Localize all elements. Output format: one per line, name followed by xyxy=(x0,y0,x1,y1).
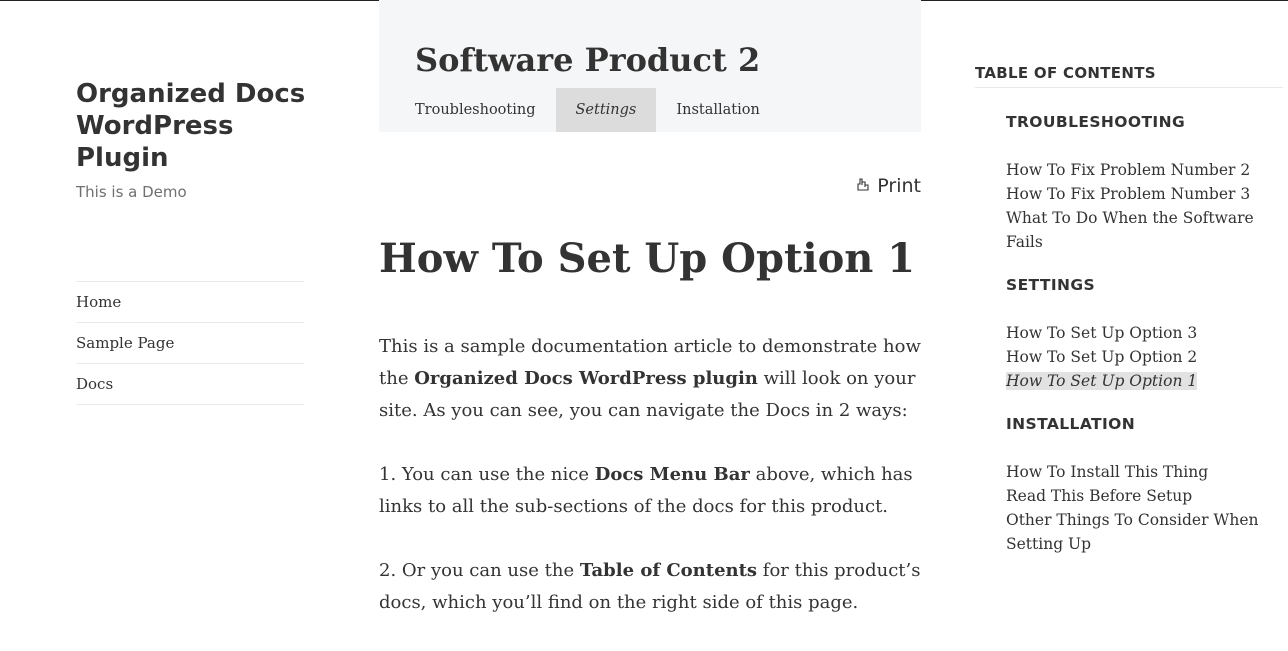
print-label: Print xyxy=(877,175,921,197)
toc-section-title: SETTINGS xyxy=(1006,276,1096,294)
docs-menu-bar: Software Product 2 Troubleshooting Setti… xyxy=(379,0,921,132)
article-body: This is a sample documentation article t… xyxy=(379,331,924,651)
toc-list: How To Fix Problem Number 2 How To Fix P… xyxy=(1006,158,1283,254)
print-icon xyxy=(855,175,873,197)
toc-link[interactable]: How To Install This Thing xyxy=(1006,460,1266,484)
toc-link[interactable]: What To Do When the Software Fails xyxy=(1006,206,1266,254)
toc-section-settings: SETTINGS How To Set Up Option 3 How To S… xyxy=(1006,276,1283,393)
toc-section-installation: INSTALLATION How To Install This Thing R… xyxy=(1006,415,1283,556)
toc-section-troubleshooting: TROUBLESHOOTING How To Fix Problem Numbe… xyxy=(1006,113,1283,254)
article-title: How To Set Up Option 1 xyxy=(379,235,916,282)
toc-link[interactable]: Read This Before Setup xyxy=(1006,484,1266,508)
site-title[interactable]: Organized Docs WordPress Plugin xyxy=(76,78,316,174)
toc-link[interactable]: How To Fix Problem Number 2 xyxy=(1006,158,1266,182)
toc-link[interactable]: Other Things To Consider When Setting Up xyxy=(1006,508,1266,556)
tab-settings[interactable]: Settings xyxy=(555,88,657,132)
tab-installation[interactable]: Installation xyxy=(656,88,779,132)
article-paragraph: This is a sample documentation article t… xyxy=(379,336,921,421)
tab-troubleshooting[interactable]: Troubleshooting xyxy=(395,88,556,132)
menu-item-home[interactable]: Home xyxy=(76,282,304,323)
menu-item-docs[interactable]: Docs xyxy=(76,364,304,405)
toc-link[interactable]: How To Set Up Option 3 xyxy=(1006,321,1266,345)
article-paragraph: 2. Or you can use the Table of Contents … xyxy=(379,560,921,613)
table-of-contents: TABLE OF CONTENTS TROUBLESHOOTING How To… xyxy=(975,64,1283,556)
site-menu: Home Sample Page Docs xyxy=(76,281,304,405)
toc-link-current[interactable]: How To Set Up Option 1 xyxy=(1006,369,1266,393)
toc-heading: TABLE OF CONTENTS xyxy=(975,64,1283,88)
menu-item-sample-page[interactable]: Sample Page xyxy=(76,323,304,364)
print-button[interactable]: Print xyxy=(855,175,921,197)
toc-list: How To Install This Thing Read This Befo… xyxy=(1006,460,1283,556)
toc-link[interactable]: How To Fix Problem Number 3 xyxy=(1006,182,1266,206)
toc-link[interactable]: How To Set Up Option 2 xyxy=(1006,345,1266,369)
toc-section-title: INSTALLATION xyxy=(1006,415,1136,433)
product-title[interactable]: Software Product 2 xyxy=(415,40,760,80)
toc-section-title: TROUBLESHOOTING xyxy=(1006,113,1186,131)
article-paragraph: 1. You can use the nice Docs Menu Bar ab… xyxy=(379,464,913,517)
toc-list: How To Set Up Option 3 How To Set Up Opt… xyxy=(1006,321,1283,393)
docs-tabs: Troubleshooting Settings Installation xyxy=(395,88,780,132)
site-tagline: This is a Demo xyxy=(76,183,187,201)
